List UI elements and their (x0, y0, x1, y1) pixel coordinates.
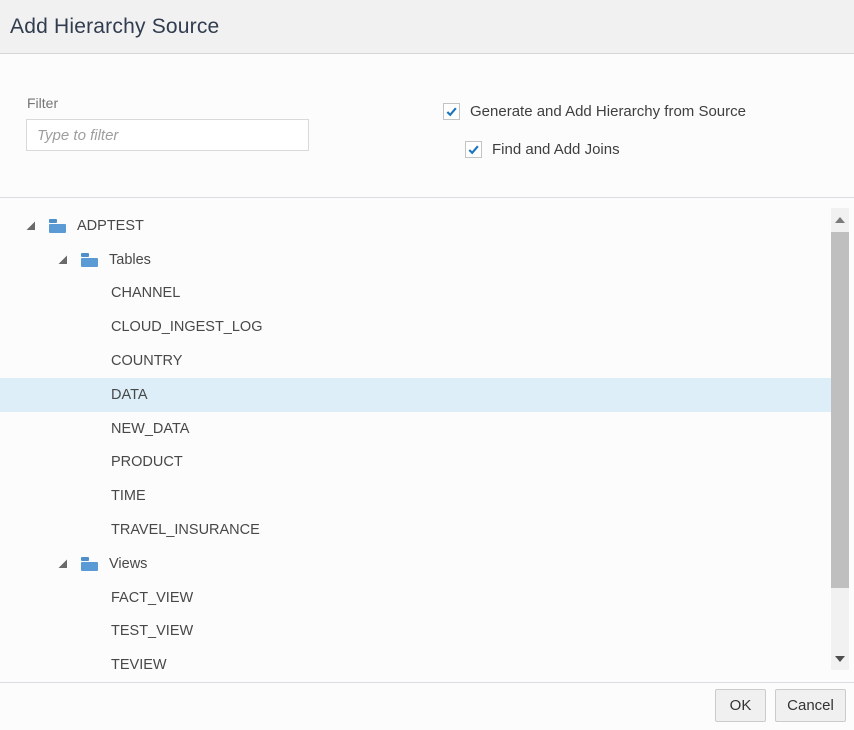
folder-icon (49, 219, 67, 233)
generate-hierarchy-checkbox[interactable] (443, 103, 460, 120)
tree-item-travel_insurance[interactable]: TRAVEL_INSURANCE (0, 513, 831, 547)
tree-item-fact_view[interactable]: FACT_VIEW (0, 581, 831, 615)
tree-item-label: Tables (109, 252, 151, 268)
arrow-up-icon (835, 217, 845, 223)
filter-input[interactable] (26, 119, 309, 151)
tree-item-data[interactable]: DATA (0, 378, 831, 412)
tree-item-label: FACT_VIEW (111, 590, 193, 606)
tree-item-adptest[interactable]: ADPTEST (0, 209, 831, 243)
ok-button[interactable]: OK (715, 689, 766, 722)
tree-item-label: Views (109, 556, 147, 572)
tree-expand-toggle-icon[interactable] (26, 221, 36, 231)
scrollbar-thumb[interactable] (831, 232, 849, 588)
cancel-button[interactable]: Cancel (775, 689, 846, 722)
checkmark-icon (467, 143, 480, 156)
tree-item-country[interactable]: COUNTRY (0, 344, 831, 378)
tree-expand-toggle-icon[interactable] (58, 559, 68, 569)
footer-divider (0, 682, 854, 683)
scroll-up-button[interactable] (831, 208, 849, 231)
tree-expand-toggle-icon[interactable] (58, 255, 68, 265)
checkmark-icon (445, 105, 458, 118)
find-joins-label: Find and Add Joins (492, 141, 620, 158)
scrollbar[interactable] (831, 208, 849, 670)
tree-item-label: TRAVEL_INSURANCE (111, 522, 260, 538)
tree-item-label: DATA (111, 387, 148, 403)
folder-icon (81, 253, 99, 267)
tree-item-label: CHANNEL (111, 285, 180, 301)
tree-item-label: CLOUD_INGEST_LOG (111, 319, 263, 335)
tree-item-channel[interactable]: CHANNEL (0, 277, 831, 311)
tree-item-label: TIME (111, 488, 146, 504)
tree-item-new_data[interactable]: NEW_DATA (0, 412, 831, 446)
tree-item-time[interactable]: TIME (0, 479, 831, 513)
scroll-down-button[interactable] (831, 647, 849, 670)
filter-label: Filter (27, 95, 58, 111)
tree-item-label: PRODUCT (111, 454, 183, 470)
dialog-title: Add Hierarchy Source (10, 0, 219, 53)
tree-item-label: COUNTRY (111, 353, 182, 369)
arrow-down-icon (835, 656, 845, 662)
tree-item-product[interactable]: PRODUCT (0, 446, 831, 480)
tree-item-cloud_ingest_log[interactable]: CLOUD_INGEST_LOG (0, 310, 831, 344)
add-hierarchy-source-dialog: Add Hierarchy Source Filter Generate and… (0, 0, 854, 730)
generate-hierarchy-label: Generate and Add Hierarchy from Source (470, 103, 746, 120)
tree-item-tables[interactable]: Tables (0, 243, 831, 277)
find-joins-checkbox[interactable] (465, 141, 482, 158)
dialog-header: Add Hierarchy Source (0, 0, 854, 54)
tree-item-teview[interactable]: TEVIEW (0, 648, 831, 682)
tree-item-views[interactable]: Views (0, 547, 831, 581)
tree-item-test_view[interactable]: TEST_VIEW (0, 615, 831, 649)
folder-icon (81, 557, 99, 571)
tree-item-label: ADPTEST (77, 218, 144, 234)
tree-item-label: TEST_VIEW (111, 623, 193, 639)
tree-item-label: TEVIEW (111, 657, 167, 673)
source-tree: ADPTEST Tables CHANNEL CLOUD_INGEST_LOG COUN… (0, 198, 854, 682)
tree-item-label: NEW_DATA (111, 421, 189, 437)
